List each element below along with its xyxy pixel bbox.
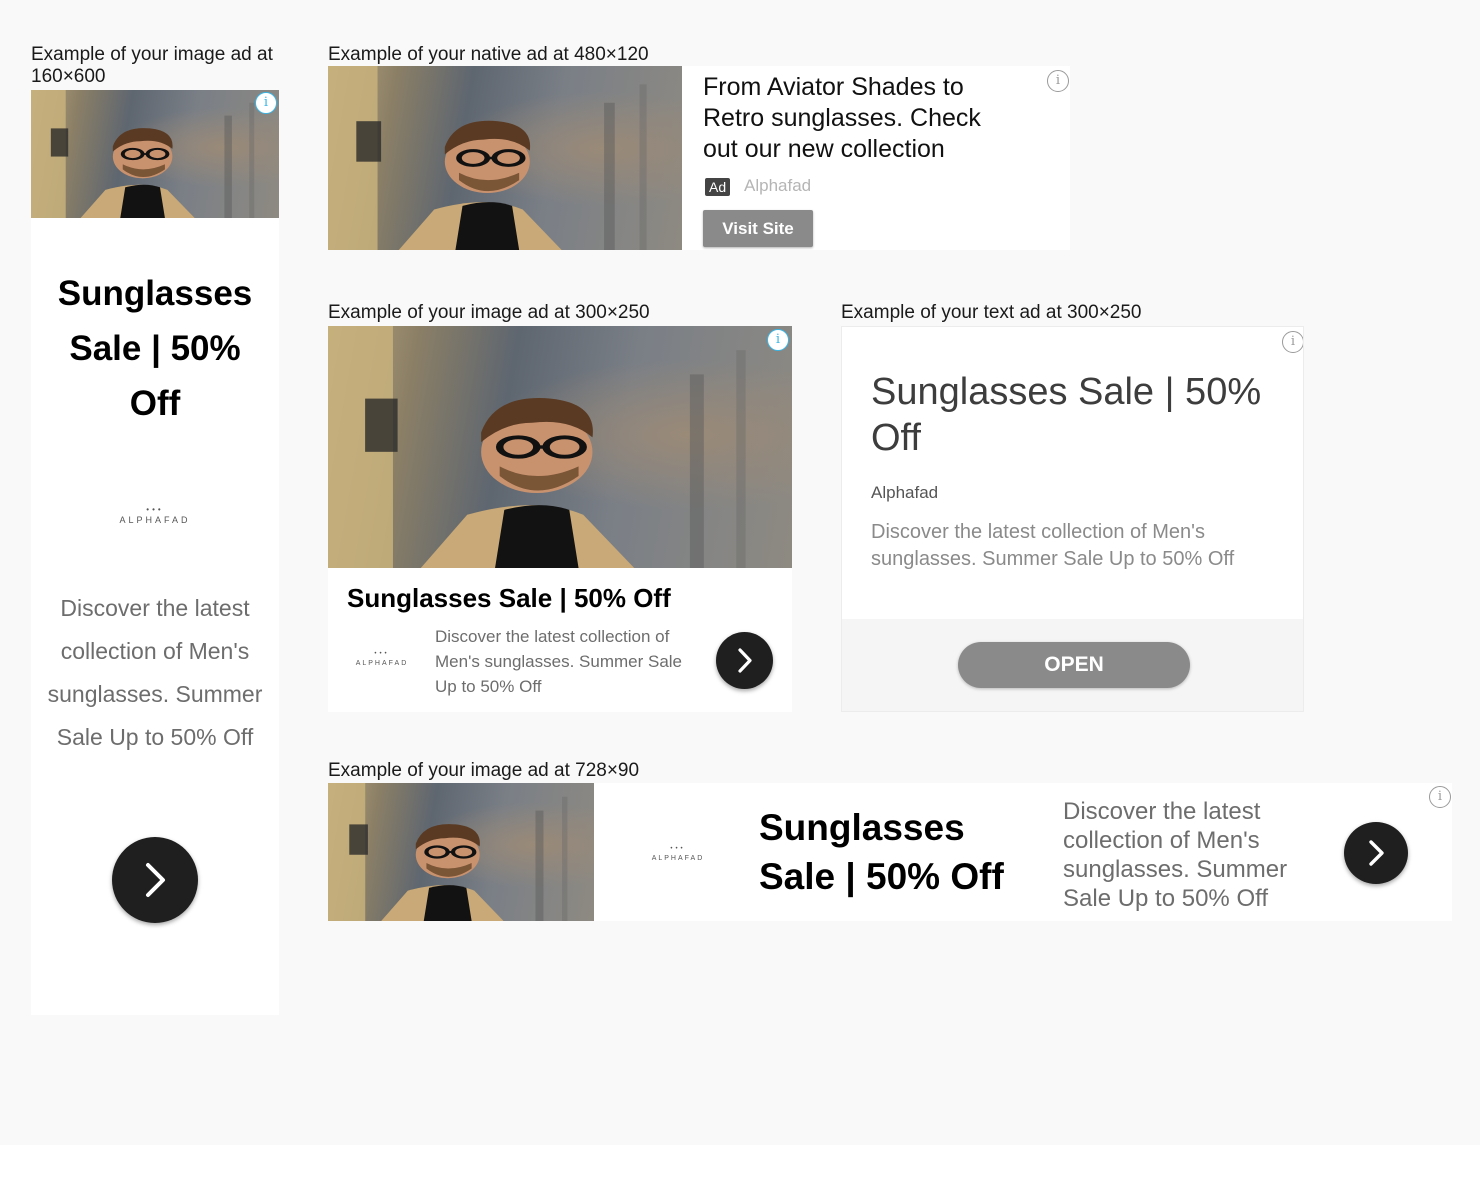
native-ad-480x120[interactable]: From Aviator Shades to Retro sunglasses.… (328, 66, 1070, 250)
chevron-right-icon (1369, 840, 1384, 866)
ad-description: Discover the latest collection of Men's … (871, 521, 1235, 570)
image-ad-300x250[interactable]: i Sunglasses Sale | 50% Off ••• ALPHAFAD … (328, 326, 792, 712)
image-ad-728x90[interactable]: ••• ALPHAFAD Sunglasses Sale | 50% Off Di… (328, 783, 1452, 921)
ad-photo (31, 90, 279, 218)
bottom-strip (0, 1145, 1480, 1197)
alphafad-logo: ••• ALPHAFAD (651, 846, 705, 862)
caption-ad-160x600: Example of your image ad at 160×600 (31, 44, 273, 87)
ad-headline: Sunglasses Sale | 50% Off (871, 371, 1262, 459)
caption-text-300x250: Example of your text ad at 300×250 (841, 302, 1142, 323)
alphafad-logo: ••• ALPHAFAD (119, 505, 191, 526)
ad-photo (328, 66, 682, 250)
ad-headline: Sunglasses Sale | 50% Off (347, 583, 671, 613)
chevron-right-icon (738, 648, 752, 673)
advertiser-name: Alphafad (744, 176, 812, 195)
ad-description: Discover the latest collection of Men's … (47, 595, 263, 750)
visit-site-button[interactable]: Visit Site (703, 210, 813, 247)
ad-160x600[interactable]: i Sunglasses Sale | 50% Off ••• ALPHAFAD … (31, 90, 279, 1015)
open-button[interactable]: OPEN (958, 642, 1190, 688)
cta-arrow-button[interactable] (1344, 822, 1408, 884)
info-icon[interactable]: i (767, 329, 789, 351)
alphafad-logo: ••• ALPHAFAD (355, 651, 409, 667)
advertiser-name: Alphafad (871, 483, 939, 502)
ad-photo (328, 326, 792, 568)
text-ad-300x250[interactable]: i Sunglasses Sale | 50% Off Alphafad Dis… (841, 326, 1304, 712)
ad-headline: From Aviator Shades to Retro sunglasses.… (703, 73, 981, 163)
caption-native-480x120: Example of your native ad at 480×120 (328, 44, 649, 65)
ad-description: Discover the latest collection of Men's … (1063, 798, 1288, 912)
ad-headline: Sunglasses Sale | 50% Off (759, 807, 1004, 897)
info-icon[interactable]: i (255, 92, 277, 114)
cta-arrow-button[interactable] (112, 837, 198, 923)
ad-photo (328, 783, 594, 921)
info-icon[interactable]: i (1282, 331, 1303, 353)
info-icon[interactable]: i (1047, 70, 1069, 92)
chevron-right-icon (146, 863, 165, 897)
ad-headline: Sunglasses Sale | 50% Off (57, 274, 253, 423)
ad-description: Discover the latest collection of Men's … (435, 627, 683, 696)
ad-badge: Ad (705, 178, 731, 196)
cta-arrow-button[interactable] (716, 632, 773, 689)
caption-image-728x90: Example of your image ad at 728×90 (328, 760, 640, 781)
caption-image-300x250: Example of your image ad at 300×250 (328, 302, 650, 323)
info-icon[interactable]: i (1429, 786, 1451, 808)
